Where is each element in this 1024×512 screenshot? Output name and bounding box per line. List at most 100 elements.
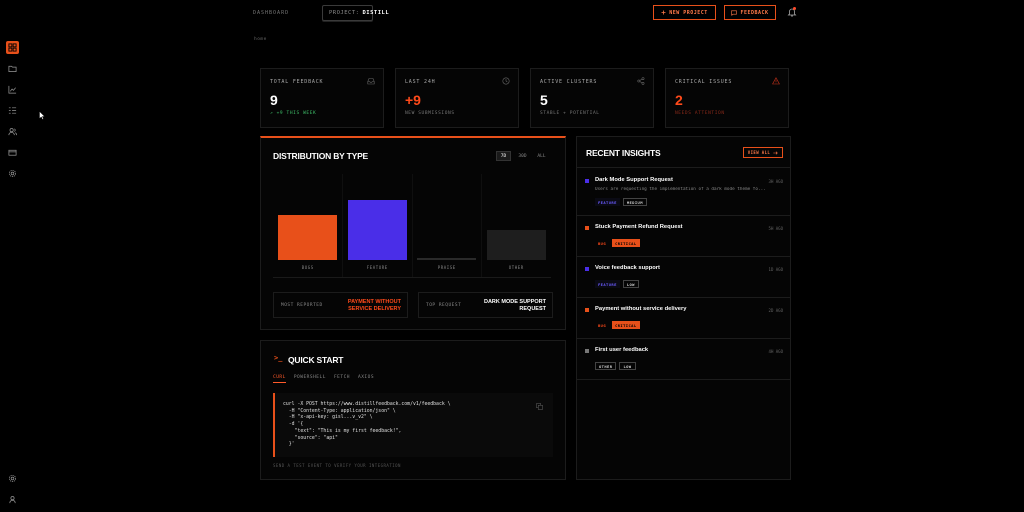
copy-icon[interactable]	[536, 403, 543, 410]
chart-baseline	[273, 277, 551, 278]
sidebar-item-account[interactable]	[6, 493, 19, 506]
share-icon	[637, 77, 645, 85]
tab-fetch[interactable]: FETCH	[334, 375, 350, 383]
chart-bar-other	[486, 230, 546, 260]
sidebar	[0, 0, 24, 512]
insight-tags: BUG CRITICAL	[595, 321, 640, 329]
code-block: curl -X POST https://www.distillfeedback…	[273, 393, 553, 457]
insight-item[interactable]: Voice feedback support 1D AGO FEATURE LO…	[577, 257, 790, 298]
distribution-title: DISTRIBUTION BY TYPE	[273, 151, 369, 161]
sidebar-item-billing[interactable]	[6, 146, 19, 159]
range-7d[interactable]: 7D	[496, 151, 511, 161]
inbox-icon	[367, 78, 375, 85]
tag-feature: FEATURE	[595, 198, 620, 206]
list-icon	[8, 107, 17, 114]
sidebar-item-dashboard[interactable]	[6, 41, 19, 54]
tag-priority: CRITICAL	[612, 321, 640, 329]
breadcrumb[interactable]: home	[254, 37, 267, 42]
tag-priority: LOW	[619, 362, 636, 370]
project-prefix: PROJECT:	[329, 10, 360, 16]
credit-card-icon	[8, 149, 17, 156]
code-snippet: curl -X POST https://www.distillfeedback…	[283, 402, 451, 448]
insight-time: 4H AGO	[768, 349, 783, 354]
tab-axios[interactable]: AXIOS	[358, 375, 374, 383]
range-30d[interactable]: 30D	[515, 151, 530, 161]
gear-icon	[8, 169, 17, 178]
range-all[interactable]: ALL	[534, 151, 549, 161]
terminal-icon: >_	[274, 354, 283, 362]
recent-insights-panel: RECENT INSIGHTS VIEW ALL Dark Mode Suppo…	[576, 136, 791, 480]
stat-label: LAST 24H	[405, 79, 436, 85]
chart-bar-praise	[417, 258, 477, 260]
stat-sub-text: +9 THIS WEEK	[276, 111, 317, 116]
quick-start-panel: >_ QUICK START CURL POWERSHELL FETCH AXI…	[260, 340, 566, 480]
insight-title: First user feedback	[595, 347, 649, 353]
chart-divider	[412, 174, 413, 278]
chart-x-label: PRAISE	[437, 265, 456, 270]
stat-value: 9	[270, 92, 278, 108]
insight-time: 2D AGO	[768, 308, 783, 313]
clock-icon	[502, 77, 510, 85]
insight-time: 1D AGO	[768, 267, 783, 272]
insight-item[interactable]: Dark Mode Support Request 3H AGO Users a…	[577, 168, 790, 216]
stat-label: CRITICAL ISSUES	[675, 79, 733, 85]
insight-title: Payment without service delivery	[595, 306, 687, 312]
tag-bug: BUG	[598, 240, 607, 246]
insight-item[interactable]: First user feedback 4H AGO OTHER LOW	[577, 339, 790, 380]
top-request-label: TOP REQUEST	[426, 303, 462, 308]
tag-priority: LOW	[622, 280, 639, 288]
gear-icon	[8, 474, 17, 483]
quick-start-tabs: CURL POWERSHELL FETCH AXIOS	[273, 375, 374, 383]
users-icon	[8, 128, 17, 136]
chart-divider	[481, 174, 482, 278]
project-name: DISTILL	[362, 10, 390, 16]
tag-other: OTHER	[595, 362, 617, 370]
tag-feature: FEATURE	[595, 280, 620, 288]
insight-tags: BUG CRITICAL	[595, 239, 640, 247]
project-selector[interactable]: PROJECT: DISTILL	[322, 5, 389, 21]
chart-x-label: OTHER	[508, 265, 524, 270]
sidebar-item-analytics[interactable]	[6, 83, 19, 96]
sidebar-item-projects[interactable]	[6, 62, 19, 75]
stat-sub: NEW SUBMISSIONS	[405, 111, 455, 116]
sidebar-item-feedback[interactable]	[6, 104, 19, 117]
stat-sub: ↗ +9 THIS WEEK	[270, 111, 317, 116]
feedback-button[interactable]: FEEDBACK	[724, 5, 776, 20]
warning-icon	[772, 77, 780, 85]
sidebar-item-preferences[interactable]	[6, 472, 19, 485]
recent-insights-title: RECENT INSIGHTS	[586, 148, 661, 158]
grid-icon	[8, 43, 17, 52]
tab-powershell[interactable]: POWERSHELL	[294, 375, 326, 383]
plus-icon	[661, 10, 666, 15]
insight-type-dot	[585, 308, 589, 312]
insight-description: Users are requesting the implementation …	[595, 187, 766, 192]
insight-time: 5H AGO	[768, 226, 783, 231]
stat-sub: NEEDS ATTENTION	[675, 111, 725, 116]
sidebar-item-team[interactable]	[6, 125, 19, 138]
view-all-button[interactable]: VIEW ALL	[743, 147, 783, 158]
chart-bar-feature	[347, 200, 407, 260]
tab-curl[interactable]: CURL	[273, 375, 286, 383]
feedback-label: FEEDBACK	[740, 9, 769, 16]
insight-item[interactable]: Payment without service delivery 2D AGO …	[577, 298, 790, 339]
insight-item[interactable]: Stuck Payment Refund Request 5H AGO BUG …	[577, 216, 790, 257]
mouse-cursor-icon	[39, 111, 45, 120]
insight-time: 3H AGO	[768, 179, 783, 184]
insight-type-dot	[585, 226, 589, 230]
stat-label: ACTIVE CLUSTERS	[540, 79, 598, 85]
top-request-box: TOP REQUEST DARK MODE SUPPORT REQUEST	[418, 292, 553, 318]
insight-title: Stuck Payment Refund Request	[595, 224, 683, 230]
tag-bug: BUG	[598, 322, 607, 328]
chart-x-label: BUGS	[301, 265, 314, 270]
insight-title: Dark Mode Support Request	[595, 177, 673, 183]
most-reported-box: MOST REPORTED PAYMENT WITHOUT SERVICE DE…	[273, 292, 408, 318]
insight-title: Voice feedback support	[595, 265, 660, 271]
stat-card-last-24h: LAST 24H +9 NEW SUBMISSIONS	[395, 68, 519, 128]
new-project-button[interactable]: NEW PROJECT	[653, 5, 716, 20]
insight-type-dot	[585, 349, 589, 353]
dashboard-label: DASHBOARD	[253, 10, 290, 16]
tag-priority: CRITICAL	[612, 239, 640, 247]
chart-divider	[342, 174, 343, 278]
sidebar-item-settings[interactable]	[6, 167, 19, 180]
tag-priority: MEDIUM	[622, 198, 647, 206]
